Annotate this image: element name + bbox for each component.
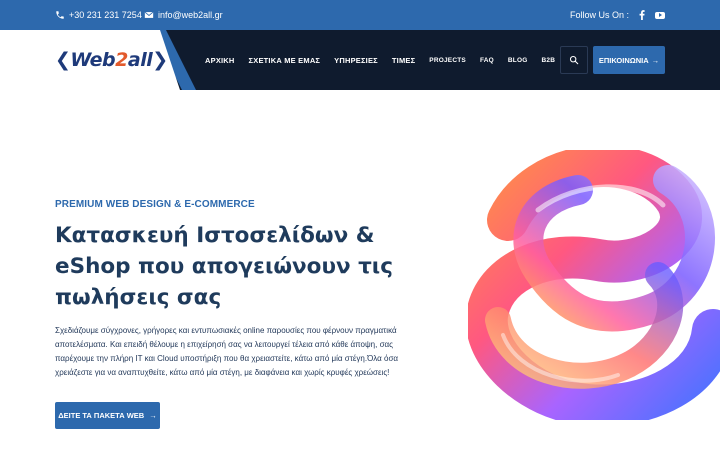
logo-text-web: Web xyxy=(70,49,116,71)
nav-pricing[interactable]: ΤΙΜΕΣ xyxy=(392,56,415,65)
facebook-icon[interactable] xyxy=(638,10,646,20)
email-contact[interactable]: info@web2all.gr xyxy=(144,0,223,30)
main-header: ❮ Web 2 all ❯ ΑΡΧΙΚΗ ΣΧΕΤΙΚΑ ΜΕ ΕΜΑΣ ΥΠΗ… xyxy=(0,30,720,90)
email-address: info@web2all.gr xyxy=(158,10,223,20)
logo-right-chevron: ❯ xyxy=(152,49,168,71)
nav-services[interactable]: ΥΠΗΡΕΣΙΕΣ xyxy=(334,56,378,65)
nav-projects[interactable]: PROJECTS xyxy=(429,57,466,64)
web2all-logo[interactable]: ❮ Web 2 all ❯ xyxy=(55,45,168,75)
nav-blog[interactable]: BLOG xyxy=(508,57,528,64)
logo-left-chevron: ❮ xyxy=(55,49,71,71)
social-follow: Follow Us On : xyxy=(570,0,665,30)
nav-about[interactable]: ΣΧΕΤΙΚΑ ΜΕ ΕΜΑΣ xyxy=(249,56,321,65)
nav-home[interactable]: ΑΡΧΙΚΗ xyxy=(205,56,235,65)
hero-description: Σχεδιάζουμε σύγχρονες, γρήγορες και εντυ… xyxy=(55,326,399,377)
contact-button-label: ΕΠΙΚΟΙΝΩΝΙΑ xyxy=(598,55,649,65)
main-nav: ΑΡΧΙΚΗ ΣΧΕΤΙΚΑ ΜΕ ΕΜΑΣ ΥΠΗΡΕΣΙΕΣ ΤΙΜΕΣ P… xyxy=(205,30,569,90)
youtube-icon[interactable] xyxy=(655,11,665,19)
phone-number: +30 231 231 7254 xyxy=(69,10,142,20)
envelope-icon xyxy=(144,10,154,20)
hero-eyebrow: PREMIUM WEB DESIGN & E-COMMERCE xyxy=(55,199,255,210)
arrow-right-icon: → xyxy=(149,411,157,420)
follow-label: Follow Us On : xyxy=(569,10,629,20)
view-web-packages-button[interactable]: ΔΕΙΤΕ ΤΑ ΠΑΚΕΤΑ WEB → xyxy=(55,402,160,429)
nav-b2b[interactable]: B2B xyxy=(541,57,555,64)
hero-button-label: ΔΕΙΤΕ ΤΑ ΠΑΚΕΤΑ WEB xyxy=(58,411,145,420)
contact-button[interactable]: ΕΠΙΚΟΙΝΩΝΙΑ → xyxy=(593,46,665,74)
top-bar: +30 231 231 7254 info@web2all.gr Follow … xyxy=(0,0,720,30)
logo-text-all: all xyxy=(127,49,153,71)
hero-3d-ribbon-illustration xyxy=(465,145,720,427)
search-button[interactable] xyxy=(560,46,588,74)
logo-text-2: 2 xyxy=(115,49,128,71)
phone-icon xyxy=(55,10,65,20)
nav-faq[interactable]: FAQ xyxy=(480,57,494,64)
hero-title: Κατασκευή Ιστοσελίδων & eShop που απογει… xyxy=(55,223,393,310)
phone-contact[interactable]: +30 231 231 7254 xyxy=(55,0,142,30)
search-icon xyxy=(569,55,579,65)
arrow-right-icon: → xyxy=(651,55,660,65)
